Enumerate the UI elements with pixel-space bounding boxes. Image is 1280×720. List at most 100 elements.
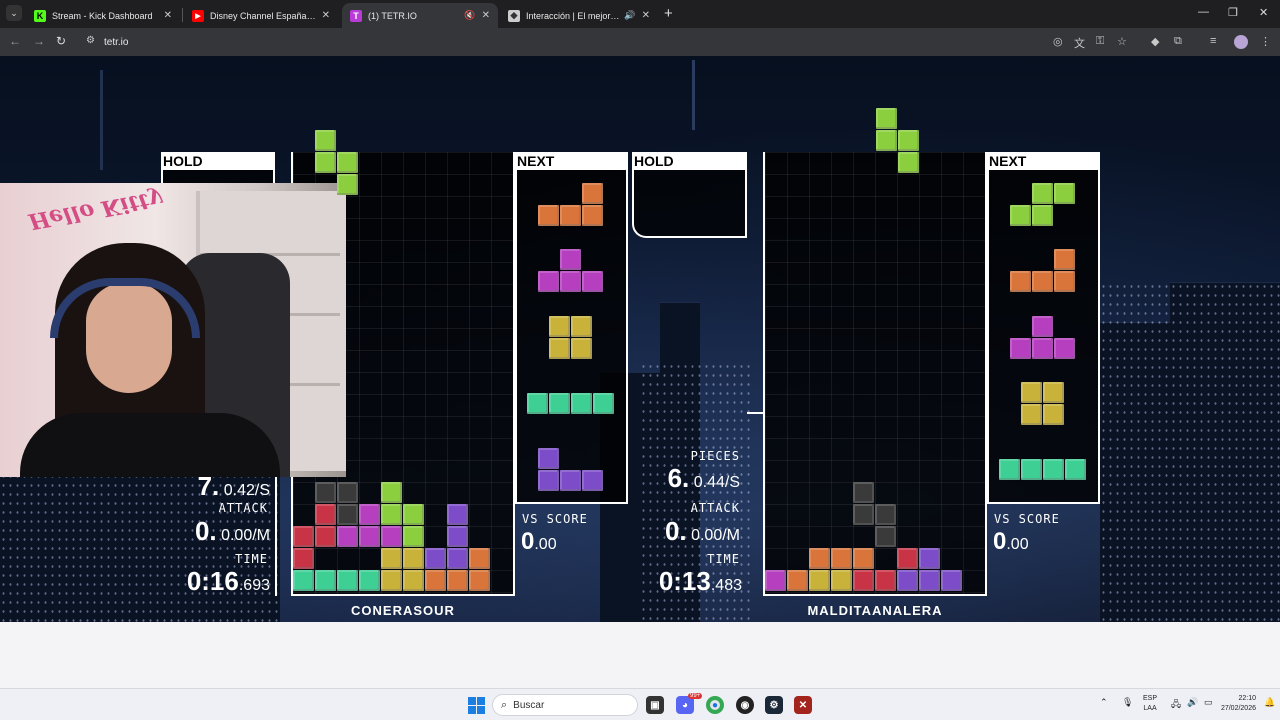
tower-spire <box>692 60 695 130</box>
volume-icon[interactable]: 🔊 <box>1187 697 1198 708</box>
block <box>875 570 896 591</box>
page-footer-area <box>0 622 1280 688</box>
next-piece-block <box>571 338 592 359</box>
obs-icon[interactable]: ◉ <box>736 696 754 714</box>
star-icon[interactable]: ☆ <box>1117 35 1127 48</box>
site-info-icon[interactable]: ⚙ <box>86 35 95 46</box>
next-piece-block <box>1054 271 1075 292</box>
tab-kick[interactable]: K Stream - Kick Dashboard ✕ <box>26 3 180 28</box>
next-piece-block <box>1043 404 1064 425</box>
person-shirt <box>20 413 280 477</box>
block <box>381 570 402 591</box>
tab-interaccion[interactable]: ◆ Interacción | El mejor software 🔊 ✕ <box>500 3 658 28</box>
close-icon[interactable]: ✕ <box>482 10 490 21</box>
next-piece-block <box>999 459 1020 480</box>
block <box>853 570 874 591</box>
next-label: NEXT <box>515 152 628 170</box>
back-icon[interactable]: ← <box>9 34 21 48</box>
tab-disney[interactable]: ▶ Disney Channel España | Videos ✕ <box>184 3 338 28</box>
block <box>897 548 918 569</box>
time-label: TIME <box>235 552 268 566</box>
hold-label: HOLD <box>161 152 275 170</box>
network-icon[interactable]: 🖧 <box>1171 697 1181 713</box>
chevron-up-icon[interactable]: ⌃ <box>1100 697 1108 708</box>
next-piece-block <box>560 470 581 491</box>
eye-off-icon[interactable]: ◎ <box>1053 35 1063 48</box>
taskbar-search[interactable]: ⌕ Buscar <box>492 694 638 716</box>
clock[interactable]: 22:10 27/02/2026 <box>1220 694 1256 714</box>
dota-icon[interactable]: ✕ <box>794 696 812 714</box>
falling-piece-block <box>898 130 919 151</box>
attack-label: ATTACK <box>218 501 268 515</box>
next-piece-block <box>538 271 559 292</box>
sound-icon[interactable]: 🔊 <box>624 10 635 21</box>
avatar[interactable] <box>1234 35 1248 49</box>
tab-search-chevron-icon[interactable]: ⌄ <box>6 5 22 21</box>
block <box>425 570 446 591</box>
translate-icon[interactable]: 文 <box>1074 35 1085 51</box>
next-piece-block <box>1010 338 1031 359</box>
muted-icon[interactable]: 🔇 <box>464 10 475 21</box>
close-icon[interactable]: ✕ <box>322 10 330 21</box>
taskbar: ⌕ Buscar ▣ ◕ 99+ ● ◉ ⚙ ✕ ⌃ 🎙 ESP LAA 🖧 🔊 … <box>0 688 1280 720</box>
webcam-overlay: Hello Kitty <box>0 183 346 477</box>
next-piece-block <box>582 205 603 226</box>
minimize-icon[interactable]: — <box>1198 6 1209 18</box>
next-piece-block <box>1010 205 1031 226</box>
next-piece-block <box>560 249 581 270</box>
language-indicator[interactable]: ESP LAA <box>1143 694 1157 714</box>
reload-icon[interactable]: ↻ <box>56 34 66 48</box>
close-icon[interactable]: ✕ <box>164 10 172 21</box>
next-piece-block <box>549 338 570 359</box>
block <box>381 548 402 569</box>
website-icon: ◆ <box>508 9 520 22</box>
next-piece-block <box>1021 382 1042 403</box>
notifications-icon[interactable]: 🔔 <box>1264 697 1275 708</box>
next-piece-block <box>1054 249 1075 270</box>
next-piece-block <box>582 470 603 491</box>
player1-name: CONERASOUR <box>351 603 455 618</box>
pieces-label: PIECES <box>690 449 740 463</box>
extensions-icon[interactable]: ⧉ <box>1174 35 1182 48</box>
tab-tetrio[interactable]: T (1) TETR.IO 🔇 ✕ <box>342 3 498 28</box>
game-area[interactable]: HOLD NEXT 7. 0.42/S ATTACK 0. 0.00/M TIM… <box>0 56 1280 622</box>
key-icon[interactable]: ⚿ <box>1096 35 1104 48</box>
steam-icon[interactable]: ⚙ <box>765 696 783 714</box>
block <box>469 548 490 569</box>
next-piece-block <box>1043 382 1064 403</box>
new-tab-button[interactable]: + <box>664 5 673 22</box>
close-icon[interactable]: ✕ <box>642 10 650 21</box>
next-piece-block <box>1032 271 1053 292</box>
block <box>831 570 852 591</box>
omnibox[interactable]: ⚙ tetr.io <box>80 31 1137 53</box>
board-wall-left <box>747 412 763 414</box>
tab-label: Interacción | El mejor software <box>526 10 620 21</box>
next-piece-block <box>1054 338 1075 359</box>
time-stat: 0:13.483 <box>658 566 742 596</box>
media-icon[interactable]: ≡ <box>1210 35 1216 47</box>
battery-icon[interactable]: ▭ <box>1204 697 1213 708</box>
extension-diamond-icon[interactable]: ◆ <box>1151 35 1159 48</box>
falling-piece-block <box>315 130 336 151</box>
block <box>853 482 874 503</box>
chrome-icon[interactable]: ● <box>706 696 724 714</box>
block <box>853 548 874 569</box>
next-piece-block <box>560 205 581 226</box>
next-piece-block <box>538 205 559 226</box>
block <box>381 526 402 547</box>
window-close-icon[interactable]: ✕ <box>1259 6 1268 19</box>
forward-icon[interactable]: → <box>33 34 45 48</box>
block <box>315 482 336 503</box>
restore-icon[interactable]: ❐ <box>1228 6 1238 19</box>
tower-spire <box>100 70 103 170</box>
microphone-icon[interactable]: 🎙 <box>1122 697 1133 708</box>
block <box>469 570 490 591</box>
block <box>809 548 830 569</box>
tab-label: Stream - Kick Dashboard <box>52 10 153 21</box>
next-piece-block <box>1065 459 1086 480</box>
block <box>897 570 918 591</box>
falling-piece-block <box>337 174 358 195</box>
task-view-icon[interactable]: ▣ <box>646 696 664 714</box>
windows-start-icon[interactable] <box>468 697 485 714</box>
menu-icon[interactable]: ⋮ <box>1260 35 1271 48</box>
